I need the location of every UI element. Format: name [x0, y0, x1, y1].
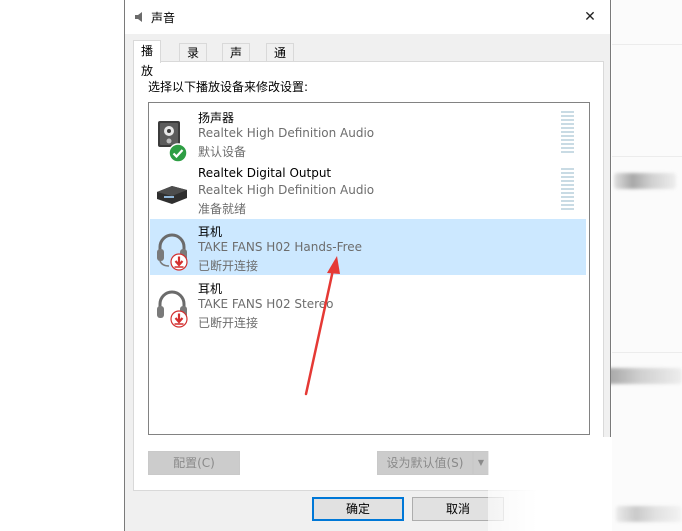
- digital-output-icon: [157, 186, 187, 204]
- device-status: 已断开连接: [198, 259, 259, 273]
- close-button[interactable]: ✕: [570, 0, 610, 34]
- disconnected-arrow-icon: [170, 253, 188, 271]
- chevron-down-icon: ▼: [477, 458, 485, 467]
- device-list[interactable]: 扬声器 Realtek High Definition Audio 默认设备 R…: [148, 102, 590, 435]
- device-item-headset-hands-free[interactable]: 耳机 TAKE FANS H02 Hands-Free 已断开连接: [150, 219, 586, 275]
- close-icon: ✕: [584, 9, 596, 25]
- ok-button[interactable]: 确定: [312, 497, 404, 521]
- tab-playback[interactable]: 播放: [133, 40, 162, 78]
- speaker-icon: [135, 12, 142, 22]
- tab-communications[interactable]: 通信: [266, 43, 295, 78]
- set-default-dropdown-button[interactable]: ▼: [473, 451, 489, 475]
- blurred-overlay: [488, 437, 612, 531]
- playback-panel: 选择以下播放设备来修改设置: 扬声器 Realtek High Definiti…: [133, 61, 604, 491]
- device-name: 耳机: [198, 225, 223, 239]
- instruction-label: 选择以下播放设备来修改设置:: [148, 80, 309, 94]
- device-name: Realtek Digital Output: [198, 166, 332, 180]
- device-status: 准备就绪: [198, 202, 247, 216]
- tab-sounds[interactable]: 声音: [222, 43, 251, 78]
- device-status: 已断开连接: [198, 316, 259, 330]
- blurred-background-text: [616, 506, 682, 522]
- tab-recording[interactable]: 录制: [179, 43, 208, 78]
- device-description: TAKE FANS H02 Stereo: [198, 297, 334, 311]
- device-item-headset-stereo[interactable]: 耳机 TAKE FANS H02 Stereo 已断开连接: [150, 276, 586, 332]
- device-description: Realtek High Definition Audio: [198, 126, 375, 140]
- device-description: Realtek High Definition Audio: [198, 183, 375, 197]
- volume-meter: [561, 168, 574, 210]
- volume-meter: [561, 111, 574, 153]
- default-check-icon: [168, 143, 188, 163]
- device-description: TAKE FANS H02 Hands-Free: [198, 240, 363, 254]
- device-item-digital-output[interactable]: Realtek Digital Output Realtek High Defi…: [150, 162, 586, 218]
- device-name: 扬声器: [198, 111, 235, 125]
- blurred-background-text: [614, 173, 676, 189]
- background-divider: [612, 156, 682, 157]
- disconnected-arrow-icon: [170, 310, 188, 328]
- device-name: 耳机: [198, 282, 223, 296]
- title-bar: 声音 ✕: [125, 0, 610, 34]
- window-title: 声音: [151, 11, 176, 25]
- background-page: [612, 0, 682, 531]
- device-item-speakers[interactable]: 扬声器 Realtek High Definition Audio 默认设备: [150, 105, 586, 163]
- background-divider: [612, 352, 682, 353]
- background-divider: [612, 44, 682, 45]
- set-default-button[interactable]: 设为默认值(S): [377, 451, 473, 475]
- configure-button[interactable]: 配置(C): [148, 451, 240, 475]
- device-status: 默认设备: [198, 145, 247, 159]
